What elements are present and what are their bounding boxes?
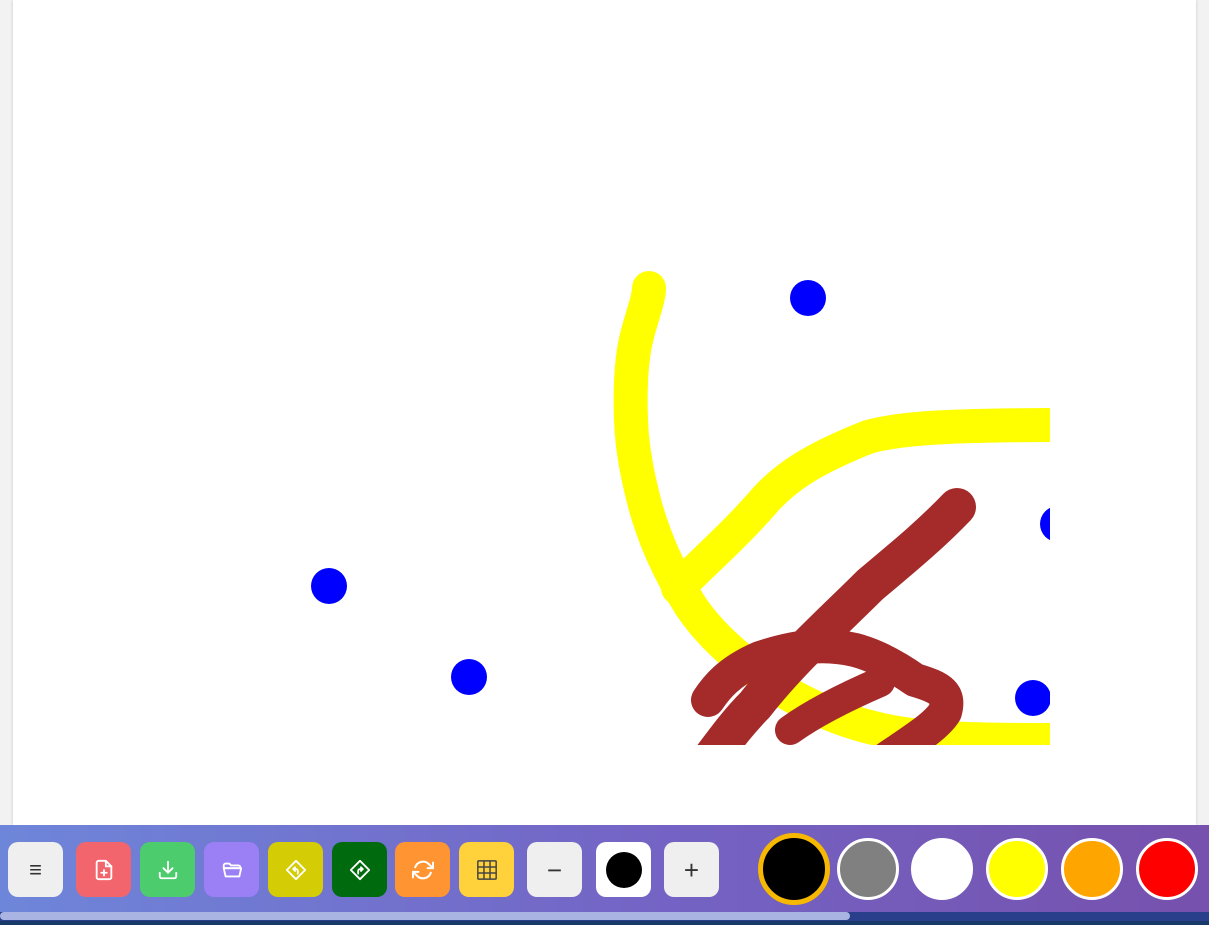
blue-dot [451, 659, 487, 695]
bottom-toolbar: ≡ − + [0, 825, 1209, 925]
file-plus-icon [95, 859, 112, 880]
refresh-button[interactable] [395, 842, 450, 897]
download-button[interactable] [140, 842, 195, 897]
bottom-edge [0, 921, 1209, 925]
open-folder-button[interactable] [204, 842, 259, 897]
drawing-surface[interactable] [13, 0, 1196, 825]
minus-icon: − [546, 854, 563, 885]
decrease-brush-button[interactable]: − [527, 842, 582, 897]
increase-brush-button[interactable]: + [664, 842, 719, 897]
brush-size-preview [596, 842, 651, 897]
color-swatch-orange[interactable] [1061, 838, 1123, 900]
blue-dot [311, 568, 347, 604]
scrollbar-thumb[interactable] [0, 912, 850, 920]
blue-dot [790, 280, 826, 316]
blue-dot [1040, 507, 1050, 541]
refresh-icon [411, 860, 434, 879]
grid-icon [476, 859, 497, 880]
blue-dot [1015, 680, 1050, 716]
drawing-canvas[interactable] [13, 0, 1196, 825]
grid-button[interactable] [459, 842, 514, 897]
plus-icon: + [683, 854, 700, 885]
color-swatch-white[interactable] [911, 838, 973, 900]
color-swatch-black[interactable] [758, 833, 830, 905]
color-swatch-red[interactable] [1136, 838, 1198, 900]
menu-icon: ≡ [29, 856, 42, 882]
brush-dot-icon [605, 851, 642, 888]
folder-icon [222, 862, 242, 877]
turn-right-icon [349, 859, 370, 880]
new-page-button[interactable] [76, 842, 131, 897]
color-swatch-yellow[interactable] [986, 838, 1048, 900]
download-icon [158, 860, 177, 879]
menu-button[interactable]: ≡ [8, 842, 63, 897]
color-swatch-gray[interactable] [837, 838, 899, 900]
turn-left-icon [285, 859, 306, 880]
redo-button[interactable] [332, 842, 387, 897]
yellow-stroke-arc [613, 271, 1050, 745]
undo-button[interactable] [268, 842, 323, 897]
